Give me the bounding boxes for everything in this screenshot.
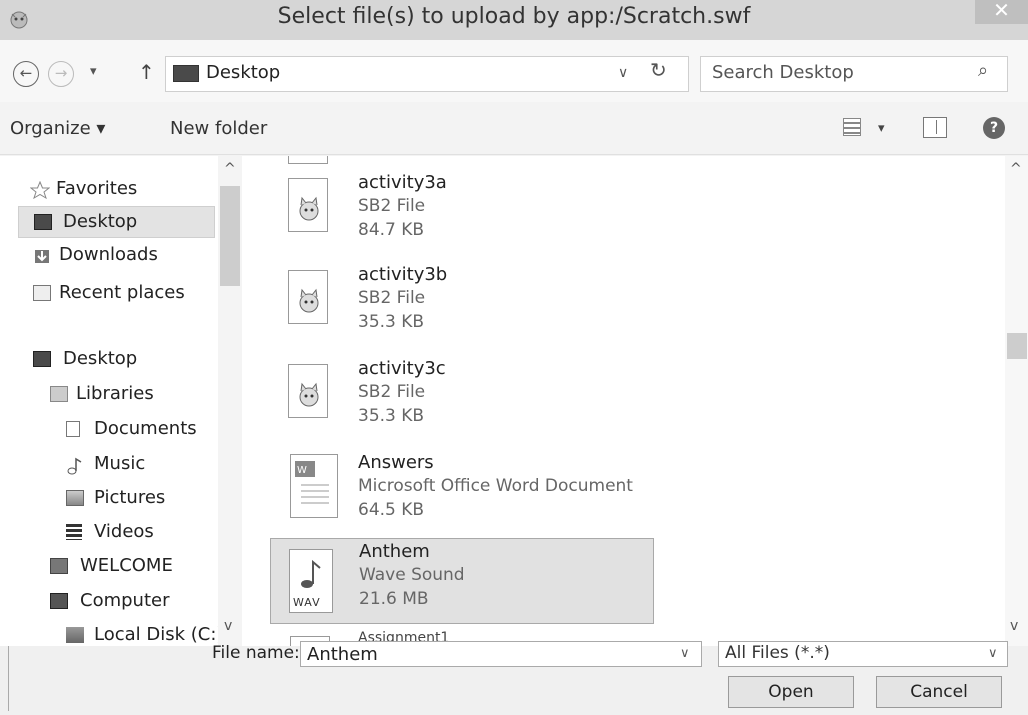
file-scroll-down-icon[interactable]: v	[1010, 618, 1018, 634]
file-size: 84.7 KB	[358, 220, 425, 240]
divider	[8, 646, 9, 711]
close-button[interactable]: ✕	[975, 0, 1028, 24]
preview-pane-icon[interactable]	[923, 117, 947, 138]
file-name: Anthem	[359, 541, 430, 562]
nav-item-favorites[interactable]: Favorites	[29, 174, 216, 206]
music-icon	[66, 456, 84, 475]
view-dropdown[interactable]: ▾	[878, 121, 885, 136]
navigation-pane: Favorites Desktop Downloads Recent place…	[0, 156, 245, 646]
nav-scroll-thumb[interactable]	[220, 186, 240, 286]
nav-item-libraries[interactable]: Libraries	[50, 379, 218, 411]
up-button[interactable]: ↑	[138, 60, 155, 84]
desktop-icon	[34, 214, 52, 230]
file-item-activity3b[interactable]: activity3b SB2 File 35.3 KB	[270, 262, 654, 348]
file-size: 35.3 KB	[358, 312, 425, 332]
view-options-icon[interactable]	[843, 118, 861, 136]
wav-icon: WAV	[289, 549, 333, 613]
forward-button[interactable]: →	[48, 61, 74, 87]
nav-item-videos[interactable]: Videos	[66, 517, 218, 549]
file-name: activity3a	[358, 172, 447, 193]
nav-item-documents[interactable]: Documents	[66, 414, 218, 446]
nav-item-pictures[interactable]: Pictures	[66, 483, 218, 515]
disk-icon	[66, 627, 84, 643]
word-document-icon: W	[290, 454, 338, 518]
organize-button[interactable]: Organize ▾	[10, 118, 105, 139]
file-item-answers[interactable]: W Answers Microsoft Office Word Document…	[270, 450, 654, 536]
file-item-anthem[interactable]: WAV Anthem Wave Sound 21.6 MB	[270, 538, 654, 624]
address-dropdown[interactable]: ∨	[618, 65, 628, 81]
scratch-cat-icon	[288, 364, 328, 418]
filename-input[interactable]	[300, 641, 702, 667]
nav-item-computer[interactable]: Computer	[50, 586, 218, 618]
downloads-icon	[33, 247, 51, 263]
toolbar	[0, 102, 1028, 155]
filetype-select[interactable]: All Files (*.*)	[718, 641, 1008, 667]
nav-scroll-up-icon[interactable]: ^	[224, 161, 236, 177]
new-folder-button[interactable]: New folder	[170, 118, 267, 139]
file-name: activity3b	[358, 264, 448, 285]
nav-item-recent-places[interactable]: Recent places	[33, 278, 219, 310]
recent-locations-dropdown[interactable]: ▾	[90, 64, 97, 79]
file-scroll-up-icon[interactable]: ^	[1010, 161, 1022, 177]
file-name: activity3c	[358, 358, 446, 379]
file-item-activity3c[interactable]: activity3c SB2 File 35.3 KB	[270, 356, 654, 442]
file-name: Answers	[358, 452, 434, 473]
nav-item-downloads[interactable]: Downloads	[33, 240, 219, 272]
computer-icon	[50, 593, 68, 609]
file-item-activity3a[interactable]: activity3a SB2 File 84.7 KB	[270, 170, 654, 256]
recent-places-icon	[33, 285, 51, 301]
file-list-scrollbar[interactable]	[1005, 156, 1028, 646]
file-type: SB2 File	[358, 382, 426, 402]
cancel-button[interactable]: Cancel	[876, 676, 1002, 708]
file-type: SB2 File	[358, 196, 426, 216]
partial-file-icon	[288, 156, 328, 164]
scratch-cat-icon	[288, 178, 328, 232]
search-icon[interactable]: ⌕	[978, 60, 988, 81]
nav-item-welcome[interactable]: WELCOME	[50, 551, 218, 583]
file-size: 64.5 KB	[358, 500, 425, 520]
star-icon	[29, 180, 51, 200]
svg-text:W: W	[297, 465, 307, 476]
open-button[interactable]: Open	[728, 676, 854, 708]
desktop-icon	[173, 65, 199, 82]
user-folder-icon	[50, 558, 68, 574]
back-button[interactable]: ←	[13, 61, 39, 87]
address-text[interactable]: Desktop	[206, 62, 280, 83]
file-type: SB2 File	[358, 288, 426, 308]
documents-icon	[66, 421, 80, 437]
scratch-cat-icon	[288, 270, 328, 324]
nav-item-desktop[interactable]: Desktop	[33, 344, 219, 376]
window-title: Select file(s) to upload by app:/Scratch…	[277, 4, 751, 29]
filetype-dropdown[interactable]: ∨	[988, 646, 998, 661]
pictures-icon	[66, 490, 84, 506]
file-size: 21.6 MB	[359, 589, 429, 609]
nav-scroll-down-icon[interactable]: v	[224, 618, 232, 634]
nav-item-desktop-favorite[interactable]: Desktop	[18, 206, 215, 238]
file-type: Microsoft Office Word Document	[358, 476, 633, 496]
nav-item-local-disk[interactable]: Local Disk (C:)	[66, 620, 223, 646]
videos-icon	[66, 524, 82, 540]
nav-item-music[interactable]: Music	[66, 449, 218, 481]
refresh-button[interactable]: ↻	[650, 58, 667, 82]
search-placeholder: Search Desktop	[712, 62, 854, 83]
filename-label: File name:	[212, 643, 300, 663]
wav-badge: WAV	[293, 596, 321, 609]
filename-dropdown[interactable]: ∨	[680, 646, 690, 661]
file-scroll-thumb[interactable]	[1007, 333, 1027, 359]
file-size: 35.3 KB	[358, 406, 425, 426]
file-type: Wave Sound	[359, 565, 465, 585]
desktop-icon	[33, 351, 51, 367]
libraries-icon	[50, 386, 68, 402]
help-icon[interactable]: ?	[983, 117, 1005, 139]
